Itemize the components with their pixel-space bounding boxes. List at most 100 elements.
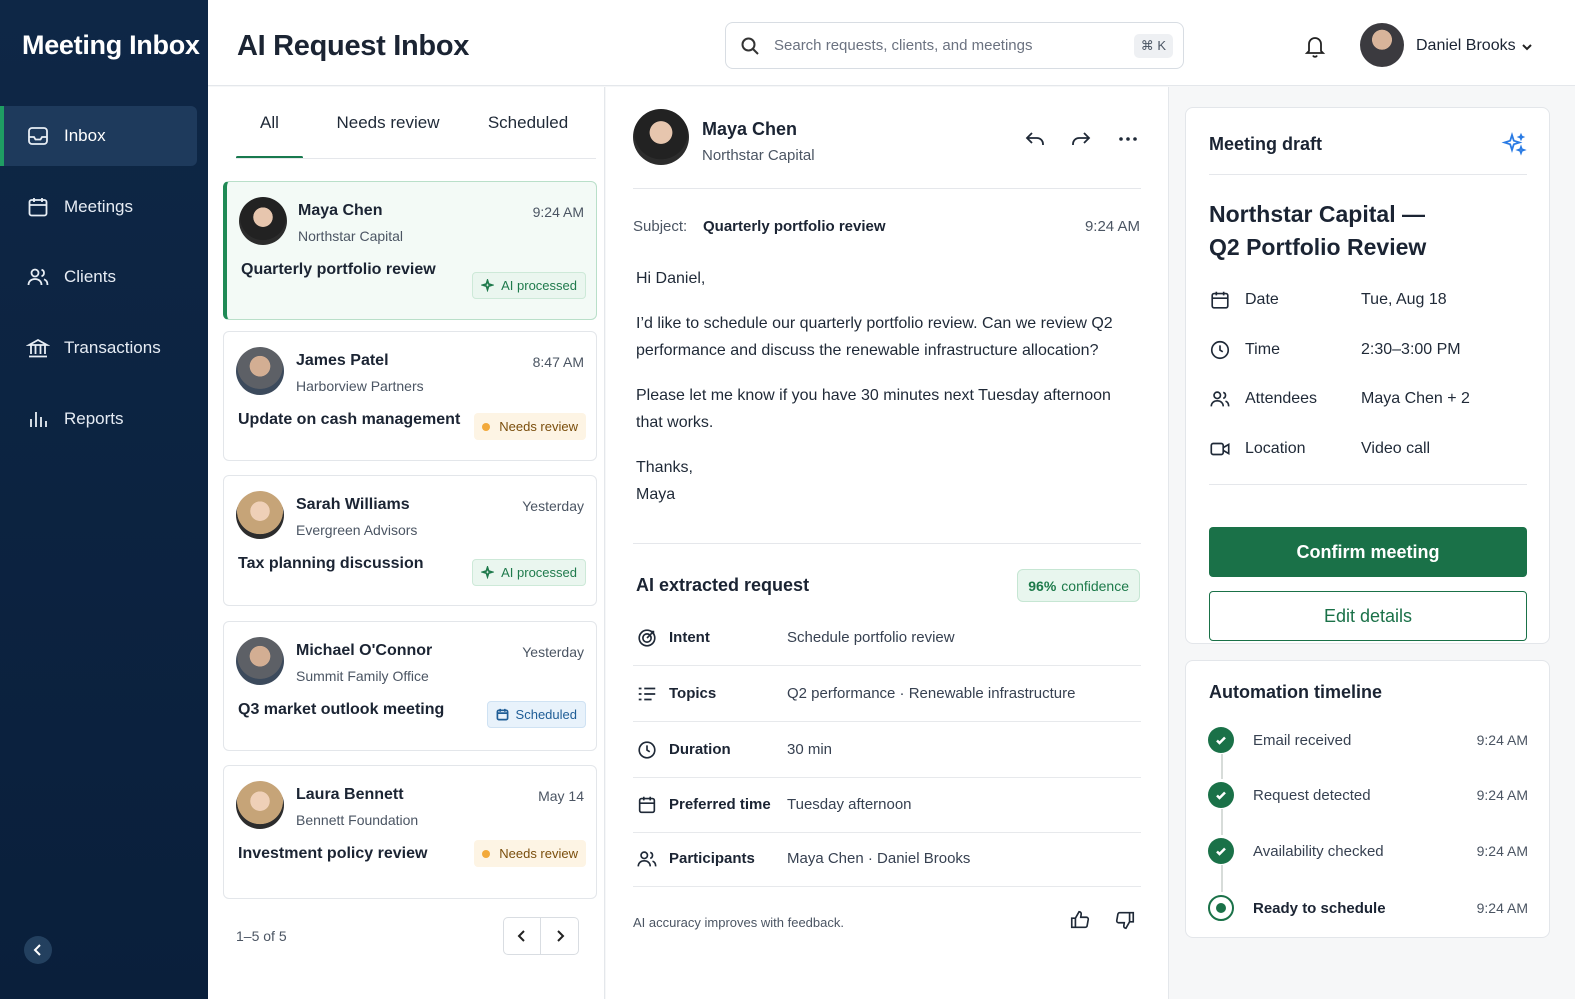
- status-dot: [482, 422, 491, 431]
- timeline-connector: [1221, 865, 1223, 892]
- subject-value: Quarterly portfolio review: [703, 218, 886, 235]
- timeline-step-label: Ready to schedule: [1253, 899, 1386, 917]
- confirm-meeting-button[interactable]: Confirm meeting: [1209, 527, 1527, 577]
- sender-avatar: [633, 109, 689, 165]
- users-icon: [27, 268, 49, 286]
- topics-icon: [638, 687, 656, 700]
- more-actions-button[interactable]: [1116, 127, 1140, 151]
- user-avatar[interactable]: [1360, 23, 1404, 67]
- edit-details-button[interactable]: Edit details: [1209, 591, 1527, 641]
- draft-label: Location: [1245, 440, 1306, 457]
- sidebar-item-label: Clients: [64, 267, 116, 286]
- extracted-field-topics: Topics Q2 performance · Renewable infras…: [633, 666, 1141, 722]
- chevron-left-icon: [517, 930, 525, 942]
- request-subject: Tax planning discussion: [238, 555, 424, 572]
- app-brand: Meeting Inbox: [22, 30, 200, 60]
- confidence-badge: 96% confidence: [1017, 569, 1140, 602]
- tab-all[interactable]: All: [236, 87, 303, 159]
- subject-label: Subject:: [633, 218, 688, 235]
- draft-label: Time: [1245, 341, 1280, 358]
- timeline-step: Ready to schedule 9:24 AM: [1208, 893, 1528, 923]
- reply-icon: [1025, 132, 1044, 145]
- timeline-step-time: 9:24 AM: [1476, 900, 1528, 916]
- field-label: Preferred time: [669, 796, 771, 813]
- request-card[interactable]: Laura Bennett Bennett Foundation May 14 …: [223, 765, 597, 899]
- sidebar-item-inbox[interactable]: Inbox: [0, 106, 197, 166]
- timeline-connector: [1221, 809, 1223, 835]
- sparkle-icon: [1501, 132, 1527, 156]
- ai-assist-button[interactable]: [1501, 132, 1527, 158]
- calendar-icon: [638, 796, 656, 813]
- needs-review-badge: Needs review: [474, 840, 586, 867]
- meeting-draft-panel: Meeting draft Northstar Capital — Q2 Por…: [1185, 107, 1550, 644]
- collapse-sidebar-button[interactable]: [24, 936, 52, 964]
- extracted-field-participants: Participants Maya Chen · Daniel Brooks: [633, 831, 1141, 887]
- request-subject: Quarterly portfolio review: [241, 261, 436, 278]
- badge-label: AI processed: [501, 278, 577, 293]
- badge-label: AI processed: [501, 565, 577, 580]
- extracted-field-duration: Duration 30 min: [633, 722, 1141, 778]
- sidebar-item-clients[interactable]: Clients: [0, 247, 197, 307]
- draft-row-location: Location Video call: [1209, 434, 1529, 464]
- request-card[interactable]: Michael O'Connor Summit Family Office Ye…: [223, 621, 597, 751]
- reply-button[interactable]: [1023, 127, 1047, 151]
- search-input[interactable]: [774, 37, 1124, 54]
- status-dot: [482, 849, 491, 858]
- bank-icon: [26, 338, 50, 358]
- users-icon: [1210, 391, 1230, 407]
- divider: [633, 543, 1141, 544]
- avatar: [236, 781, 284, 829]
- list-tabs: All Needs review Scheduled: [236, 87, 583, 159]
- field-value: Tuesday afternoon: [787, 796, 912, 813]
- email-body: Hi Daniel, I’d like to schedule our quar…: [636, 265, 1136, 508]
- request-card[interactable]: Sarah Williams Evergreen Advisors Yester…: [223, 475, 597, 606]
- inbox-icon: [28, 127, 48, 145]
- forward-button[interactable]: [1069, 127, 1093, 151]
- meeting-title: Northstar Capital — Q2 Portfolio Review: [1209, 198, 1529, 264]
- avatar: [236, 491, 284, 539]
- scheduled-badge: Scheduled: [486, 701, 586, 728]
- user-menu-chevron[interactable]: [1521, 40, 1533, 52]
- sidebar-item-meetings[interactable]: Meetings: [0, 177, 197, 237]
- field-label: Intent: [669, 629, 710, 646]
- sidebar-item-label: Transactions: [64, 338, 161, 357]
- request-card[interactable]: Maya Chen Northstar Capital 9:24 AM Quar…: [223, 181, 597, 320]
- clock-icon: [1210, 340, 1230, 360]
- current-step-icon: [1208, 895, 1234, 921]
- sidebar-item-transactions[interactable]: Transactions: [0, 318, 197, 378]
- tab-scheduled[interactable]: Scheduled: [473, 87, 583, 159]
- timeline-step-label: Email received: [1253, 731, 1352, 749]
- field-value: 30 min: [787, 741, 833, 758]
- sidebar-item-reports[interactable]: Reports: [0, 389, 197, 449]
- chevron-down-icon: [1522, 44, 1532, 51]
- draft-label: Attendees: [1245, 390, 1318, 407]
- search-icon: [741, 37, 759, 55]
- request-subject: Investment policy review: [238, 845, 428, 862]
- pagination-controls: [503, 917, 579, 955]
- tab-needs-review[interactable]: Needs review: [303, 87, 473, 159]
- search-bar[interactable]: ⌘ K: [725, 22, 1184, 69]
- thumbs-up-button[interactable]: [1069, 909, 1091, 931]
- badge-label: Scheduled: [515, 707, 577, 722]
- previous-page-button[interactable]: [503, 917, 541, 955]
- sparkle-icon: [481, 566, 495, 579]
- avatar: [236, 637, 284, 685]
- field-label: Topics: [669, 685, 717, 702]
- video-icon: [1210, 442, 1230, 456]
- timeline-step: Email received 9:24 AM: [1208, 725, 1528, 755]
- request-card[interactable]: James Patel Harborview Partners 8:47 AM …: [223, 331, 597, 461]
- ai-extracted-title: AI extracted request: [636, 575, 810, 595]
- field-value: Q2 performance · Renewable infrastructur…: [787, 685, 1076, 702]
- next-page-button[interactable]: [541, 917, 579, 955]
- draft-value: 2:30–3:00 PM: [1361, 341, 1461, 358]
- email-paragraph: I’d like to schedule our quarterly portf…: [636, 315, 1113, 359]
- user-name[interactable]: Daniel Brooks: [1416, 37, 1516, 55]
- field-value: Schedule portfolio review: [787, 629, 955, 646]
- request-sender-name: James Patel: [296, 352, 389, 369]
- thumbs-down-button[interactable]: [1114, 909, 1136, 931]
- draft-value: Maya Chen + 2: [1361, 390, 1470, 407]
- request-detail-pane: Maya Chen Northstar Capital Subject: Qua…: [606, 87, 1169, 999]
- notifications-button[interactable]: [1304, 34, 1326, 58]
- calendar-icon: [1211, 291, 1229, 309]
- more-horizontal-icon: [1119, 137, 1137, 141]
